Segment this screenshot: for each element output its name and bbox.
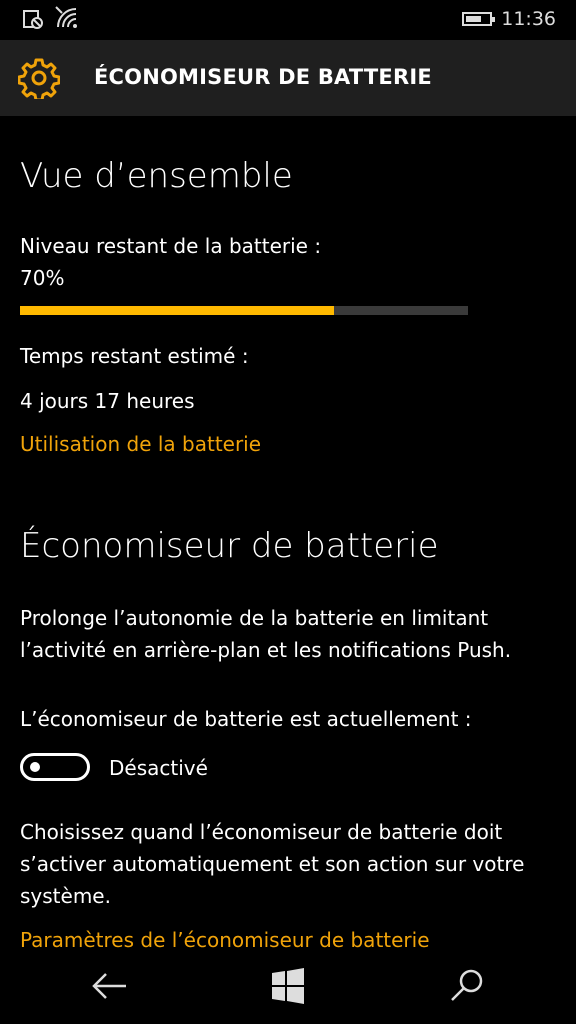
search-icon [451, 969, 483, 1001]
battery-usage-link[interactable]: Utilisation de la batterie [20, 432, 261, 456]
navigation-bar [0, 948, 576, 1024]
back-button[interactable] [84, 962, 134, 1010]
battery-saver-toggle[interactable] [20, 753, 90, 781]
wifi-icon [55, 6, 77, 28]
time-remaining-value: 4 jours 17 heures [20, 389, 195, 413]
toggle-knob [30, 762, 40, 772]
battery-level-value: 70% [20, 266, 65, 290]
page-header: ÉCONOMISEUR DE BATTERIE [0, 40, 576, 116]
choose-line1: Choisissez quand l’économiseur de batter… [20, 820, 503, 844]
overview-heading: Vue d’ensemble [20, 156, 293, 196]
battery-saver-heading: Économiseur de batterie [20, 526, 439, 566]
toggle-state-label: Désactivé [109, 756, 208, 780]
saver-description-line1: Prolonge l’autonomie de la batterie en l… [20, 606, 489, 630]
battery-icon [462, 12, 495, 26]
time-remaining-label: Temps restant estimé : [20, 344, 249, 368]
saver-description-line2: l’activité en arrière-plan et les notifi… [20, 638, 512, 662]
battery-fill [466, 16, 481, 22]
notification-silent-icon [23, 10, 43, 29]
battery-level-bar [20, 306, 468, 315]
choose-line3: système. [20, 884, 111, 908]
windows-logo-icon [272, 968, 304, 1004]
gear-icon[interactable] [18, 57, 60, 99]
battery-level-bar-fill [20, 306, 334, 315]
saver-status-label: L’économiseur de batterie est actuelleme… [20, 707, 472, 731]
battery-level-label: Niveau restant de la batterie : [20, 234, 322, 258]
back-arrow-icon [92, 973, 126, 999]
page-title: ÉCONOMISEUR DE BATTERIE [94, 65, 432, 89]
status-bar: 11:36 [0, 0, 576, 40]
choose-line2: s’activer automatiquement et son action … [20, 852, 525, 876]
start-button[interactable] [263, 962, 313, 1010]
clock: 11:36 [501, 8, 556, 30]
search-button[interactable] [442, 962, 492, 1010]
